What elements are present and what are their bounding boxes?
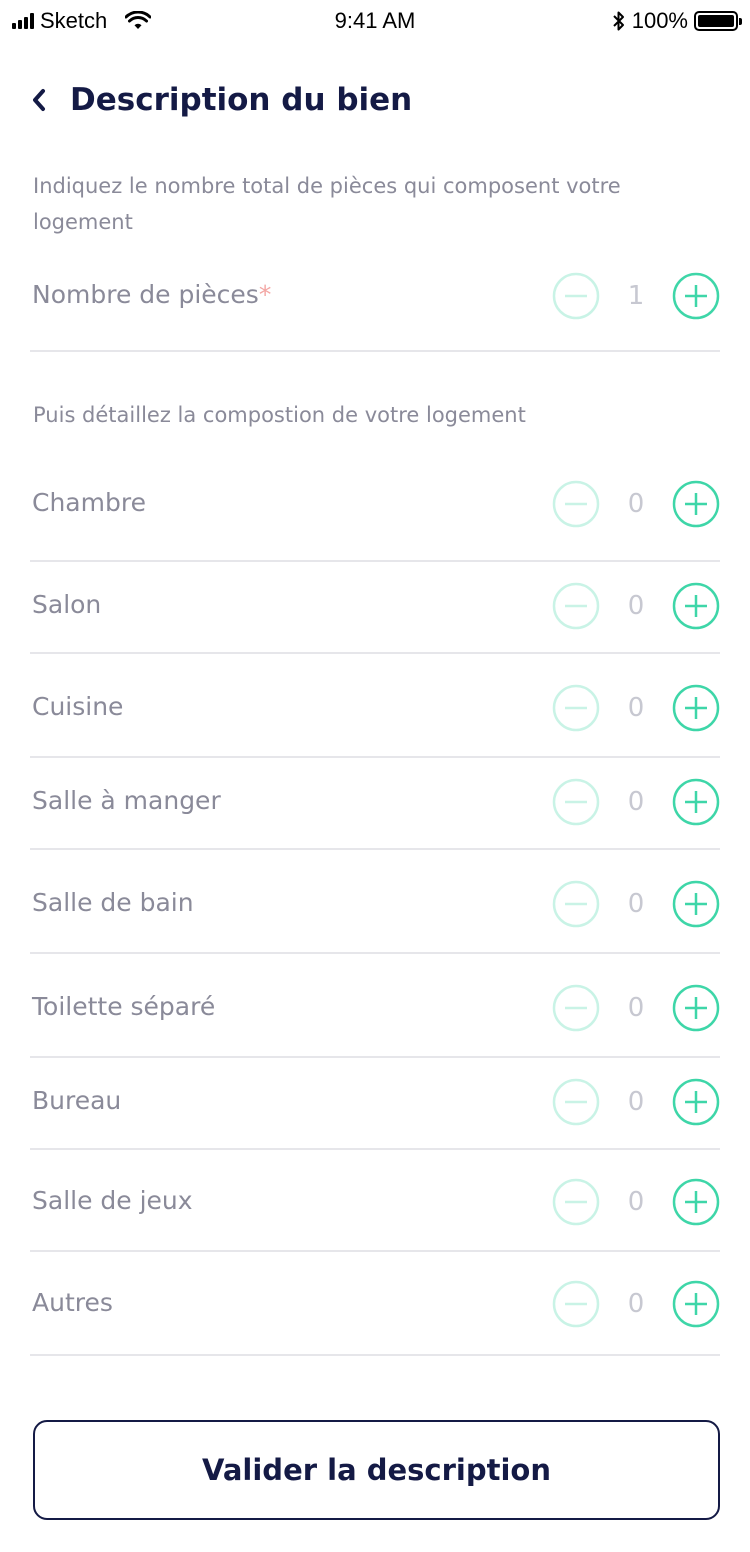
room-label: Salle à manger [32,786,221,815]
total-rooms-count: 1 [627,281,645,311]
room-row: Autres 0 [30,1252,720,1356]
room-stepper: 0 [552,1178,720,1226]
plus-icon[interactable] [672,1178,720,1226]
plus-icon[interactable] [672,778,720,826]
status-right: 100% [612,8,742,34]
room-count: 0 [627,489,645,519]
minus-icon[interactable] [552,480,600,528]
room-label: Chambre [32,488,146,517]
total-rooms-label-text: Nombre de pièces [32,280,259,309]
plus-icon[interactable] [672,1078,720,1126]
plus-icon[interactable] [672,984,720,1032]
room-label: Salle de bain [32,888,194,917]
minus-icon[interactable] [552,272,600,320]
composition-subtitle: Puis détaillez la compostion de votre lo… [33,403,526,427]
room-row: Salle de jeux 0 [30,1150,720,1252]
room-label: Cuisine [32,692,124,721]
room-stepper: 0 [552,984,720,1032]
battery-percent: 100% [631,8,688,33]
room-stepper: 0 [552,684,720,732]
minus-icon[interactable] [552,880,600,928]
room-row: Salon 0 [30,562,720,654]
room-count: 0 [627,787,645,817]
room-count: 0 [627,591,645,621]
room-stepper: 0 [552,880,720,928]
room-row: Salle de bain 0 [30,850,720,954]
room-count: 0 [627,1289,645,1319]
validate-button[interactable]: Valider la description [33,1420,720,1520]
status-bar: Sketch 9:41 AM 100% [0,0,750,40]
room-row: Toilette séparé 0 [30,954,720,1058]
page-title: Description du bien [70,82,413,118]
minus-icon[interactable] [552,1280,600,1328]
minus-icon[interactable] [552,984,600,1032]
room-count: 0 [627,1087,645,1117]
plus-icon[interactable] [672,480,720,528]
total-rooms-row: Nombre de pièces* 1 [30,262,720,352]
room-row: Salle à manger 0 [30,758,720,850]
required-mark: * [258,280,272,309]
plus-icon[interactable] [672,880,720,928]
total-rooms-label: Nombre de pièces* [32,280,271,309]
room-row: Chambre 0 [30,458,720,562]
room-label: Salon [32,590,102,619]
page-header: Description du bien [30,80,412,120]
room-label: Bureau [32,1086,122,1115]
room-row: Cuisine 0 [30,654,720,758]
room-label: Salle de jeux [32,1186,193,1215]
room-count: 0 [627,993,645,1023]
room-row: Bureau 0 [30,1058,720,1150]
room-label: Autres [32,1288,113,1317]
room-label: Toilette séparé [32,992,216,1021]
plus-icon[interactable] [672,684,720,732]
room-stepper: 0 [552,1280,720,1328]
minus-icon[interactable] [552,684,600,732]
battery-icon [694,11,742,31]
room-count: 0 [627,889,645,919]
room-stepper: 0 [552,582,720,630]
room-count: 0 [627,693,645,723]
plus-icon[interactable] [672,1280,720,1328]
room-stepper: 0 [552,778,720,826]
minus-icon[interactable] [552,1078,600,1126]
room-count: 0 [627,1187,645,1217]
plus-icon[interactable] [672,272,720,320]
total-rooms-stepper: 1 [552,272,720,320]
minus-icon[interactable] [552,778,600,826]
minus-icon[interactable] [552,582,600,630]
intro-text: Indiquez le nombre total de pièces qui c… [33,174,621,234]
bluetooth-icon [613,11,624,31]
plus-icon[interactable] [672,582,720,630]
room-stepper: 0 [552,1078,720,1126]
back-icon[interactable] [30,80,56,120]
room-stepper: 0 [552,480,720,528]
minus-icon[interactable] [552,1178,600,1226]
